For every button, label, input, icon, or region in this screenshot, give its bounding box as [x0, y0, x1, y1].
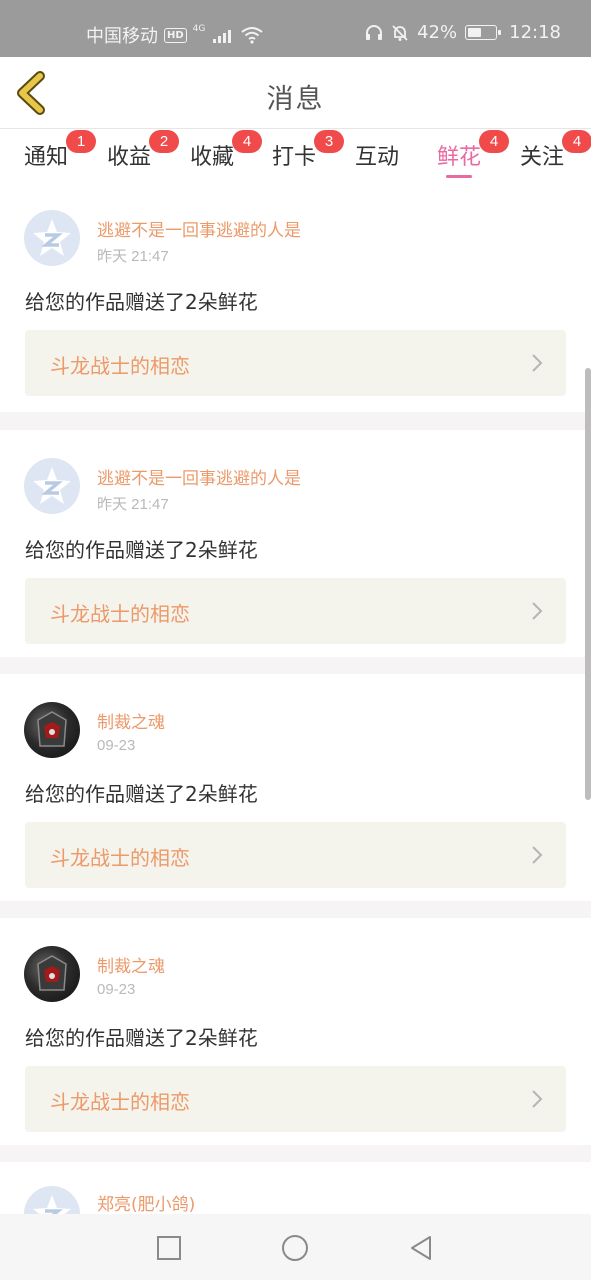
message-time: 昨天 21:47	[97, 496, 169, 513]
chevron-right-icon	[532, 1090, 543, 1108]
unread-badge: 3	[314, 130, 344, 153]
work-title: 斗龙战士的相恋	[50, 354, 190, 378]
unread-badge: 1	[66, 130, 96, 153]
tab-label: 收益	[107, 145, 152, 170]
app-logo-icon	[33, 467, 71, 504]
work-link[interactable]: 斗龙战士的相恋	[25, 822, 566, 888]
clock: 12:18	[509, 22, 561, 43]
tab-flowers[interactable]: 鲜花 4	[437, 130, 509, 178]
sender-name[interactable]: 逃避不是一回事逃避的人是	[97, 464, 301, 489]
work-title: 斗龙战士的相恋	[50, 1090, 190, 1114]
network-type: 4G	[192, 24, 206, 34]
tab-checkin[interactable]: 打卡 3	[272, 130, 344, 171]
work-link[interactable]: 斗龙战士的相恋	[25, 330, 566, 396]
app-logo-icon	[33, 219, 71, 256]
battery-icon	[465, 25, 502, 40]
system-nav-bar	[0, 1214, 591, 1280]
message-time: 09-23	[97, 981, 136, 998]
message-card[interactable]: 逃避不是一回事逃避的人是 昨天 21:47 给您的作品赠送了2朵鲜花 斗龙战士的…	[0, 430, 591, 657]
avatar[interactable]	[24, 210, 80, 266]
wifi-icon	[241, 27, 263, 44]
work-link[interactable]: 斗龙战士的相恋	[25, 1066, 566, 1132]
sender-name[interactable]: 制裁之魂	[97, 708, 165, 733]
battery-fill	[468, 28, 481, 37]
triangle-back-icon	[411, 1236, 431, 1260]
message-time: 昨天 21:47	[97, 248, 169, 265]
scrollbar[interactable]	[585, 368, 591, 800]
message-text: 给您的作品赠送了2朵鲜花	[25, 290, 258, 314]
chevron-right-icon	[532, 602, 543, 620]
status-bar: 中国移动 HD 4G 42% 12:18	[0, 0, 591, 57]
message-text: 给您的作品赠送了2朵鲜花	[25, 782, 258, 806]
tab-label: 互动	[355, 145, 400, 170]
work-title: 斗龙战士的相恋	[50, 846, 190, 870]
tab-favorites[interactable]: 收藏 4	[190, 130, 262, 171]
status-right: 42% 12:18	[365, 22, 561, 43]
message-card[interactable]: 郑亮(肥小鸽)	[0, 1162, 591, 1214]
battery-percent: 42%	[417, 22, 458, 43]
message-text: 给您的作品赠送了2朵鲜花	[25, 1026, 258, 1050]
work-link[interactable]: 斗龙战士的相恋	[25, 578, 566, 644]
headset-icon	[366, 24, 383, 40]
tab-bar: 通知 1 收益 2 收藏 4 打卡 3 互动 鲜花 4 关注 4	[0, 129, 591, 182]
circle-icon	[282, 1235, 308, 1261]
message-card[interactable]: 逃避不是一回事逃避的人是 昨天 21:47 给您的作品赠送了2朵鲜花 斗龙战士的…	[0, 182, 591, 412]
message-card[interactable]: 制裁之魂 09-23 给您的作品赠送了2朵鲜花 斗龙战士的相恋	[0, 918, 591, 1145]
recents-button[interactable]	[154, 1233, 184, 1263]
avatar[interactable]	[24, 1186, 80, 1214]
message-list[interactable]: 逃避不是一回事逃避的人是 昨天 21:47 给您的作品赠送了2朵鲜花 斗龙战士的…	[0, 182, 591, 1214]
square-icon	[157, 1236, 181, 1260]
tab-label: 通知	[24, 145, 69, 170]
tab-label: 收藏	[190, 145, 235, 170]
chevron-right-icon	[532, 846, 543, 864]
status-left: 中国移动 HD 4G	[86, 22, 263, 48]
mute-bell-icon	[392, 24, 408, 41]
user-photo-icon	[37, 711, 67, 747]
message-card[interactable]: 制裁之魂 09-23 给您的作品赠送了2朵鲜花 斗龙战士的相恋	[0, 674, 591, 901]
tab-earnings[interactable]: 收益 2	[107, 130, 179, 171]
unread-badge: 4	[232, 130, 262, 153]
tab-interaction[interactable]: 互动	[355, 139, 399, 171]
message-time: 09-23	[97, 737, 136, 754]
unread-badge: 4	[562, 130, 591, 153]
tab-label: 鲜花	[437, 145, 482, 170]
message-text: 给您的作品赠送了2朵鲜花	[25, 538, 258, 562]
tab-label: 关注	[520, 145, 565, 170]
avatar[interactable]	[24, 946, 80, 1002]
page-title: 消息	[266, 84, 325, 115]
avatar[interactable]	[24, 458, 80, 514]
tab-notifications[interactable]: 通知 1	[24, 130, 96, 171]
tab-following[interactable]: 关注 4	[520, 130, 591, 171]
chevron-right-icon	[532, 354, 543, 372]
sender-name[interactable]: 逃避不是一回事逃避的人是	[97, 216, 301, 241]
active-tab-indicator	[446, 175, 473, 178]
unread-badge: 4	[479, 130, 509, 153]
hd-icon: HD	[164, 27, 187, 43]
carrier-name: 中国移动	[86, 26, 158, 47]
back-nav-button[interactable]	[406, 1233, 436, 1263]
sender-name[interactable]: 郑亮(肥小鸽)	[97, 1190, 195, 1214]
tab-label: 打卡	[272, 145, 317, 170]
sender-name[interactable]: 制裁之魂	[97, 952, 165, 977]
home-button[interactable]	[280, 1233, 310, 1263]
work-title: 斗龙战士的相恋	[50, 602, 190, 626]
signal-icon	[213, 27, 232, 43]
app-header: 消息	[0, 57, 591, 129]
unread-badge: 2	[149, 130, 179, 153]
app-logo-icon	[33, 1195, 71, 1214]
user-photo-icon	[37, 955, 67, 991]
avatar[interactable]	[24, 702, 80, 758]
